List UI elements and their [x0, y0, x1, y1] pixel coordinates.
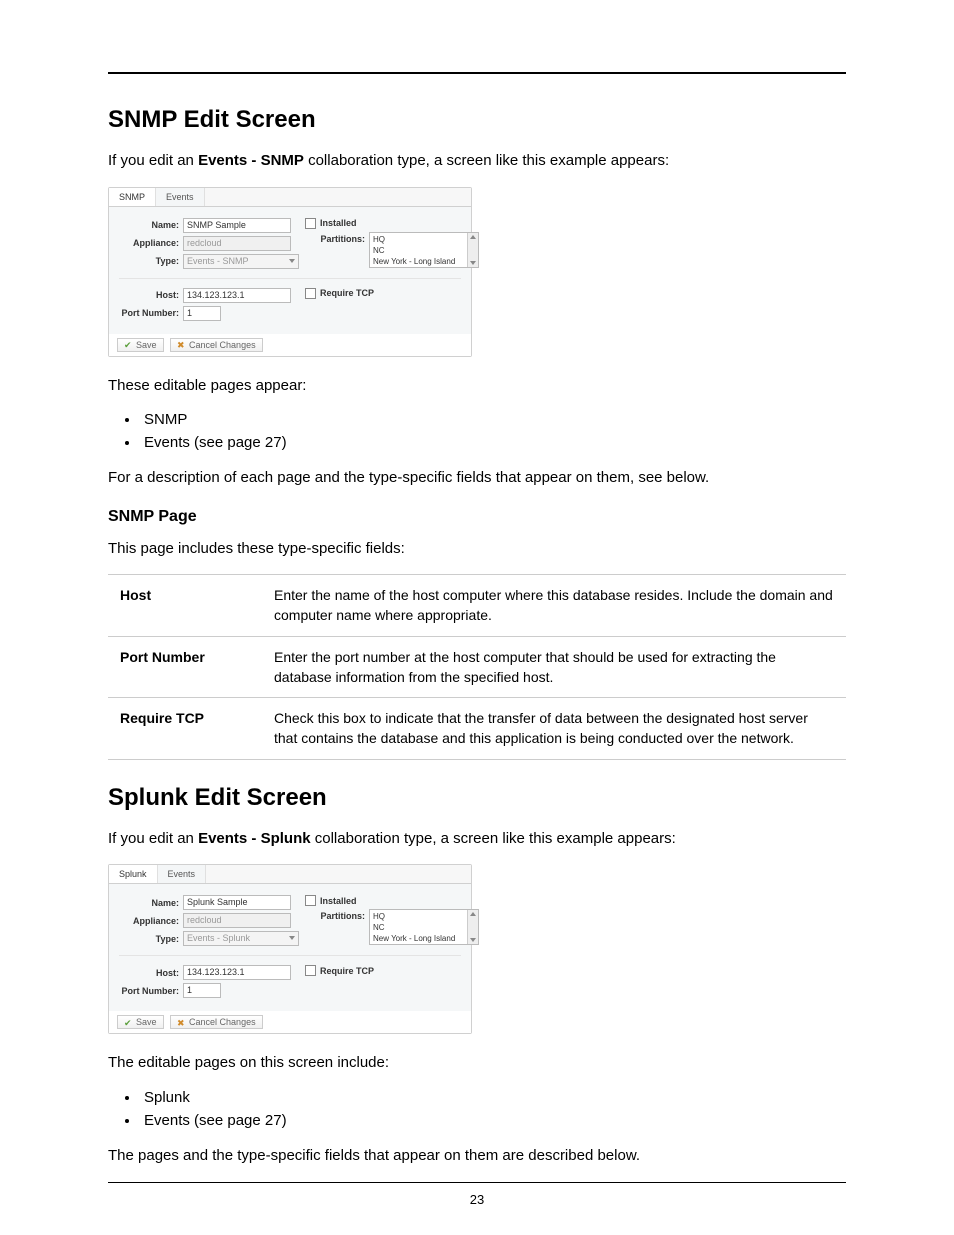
cancel-button[interactable]: ✖ Cancel Changes: [170, 338, 263, 352]
check-icon: ✔: [124, 340, 133, 349]
tabs: SNMP Events: [109, 188, 471, 207]
field-desc: Check this box to indicate that the tran…: [262, 698, 846, 760]
require-tcp-checkbox[interactable]: [305, 288, 316, 299]
field-name: Require TCP: [108, 698, 262, 760]
field-desc: Enter the port number at the host comput…: [262, 636, 846, 698]
intro-suffix: collaboration type, a screen like this e…: [311, 830, 676, 847]
appliance-field[interactable]: redcloud: [183, 913, 291, 928]
port-number-field[interactable]: 1: [183, 306, 221, 321]
check-icon: ✔: [124, 1018, 133, 1027]
intro-text: If you edit an: [108, 152, 198, 169]
list-item: Splunk: [140, 1089, 846, 1106]
label-appliance: Appliance:: [119, 916, 183, 926]
table-row: Require TCP Check this box to indicate t…: [108, 698, 846, 760]
pages-intro-splunk: The editable pages on this screen includ…: [108, 1052, 846, 1075]
pages-list-splunk: Splunk Events (see page 27): [140, 1089, 846, 1129]
name-field[interactable]: SNMP Sample: [183, 218, 291, 233]
intro-text: If you edit an: [108, 830, 198, 847]
type-select[interactable]: Events - Splunk: [183, 931, 299, 946]
partition-item[interactable]: New York - Long Island Warehouse: [373, 933, 475, 945]
label-type: Type:: [119, 934, 183, 944]
snmp-fields-table: Host Enter the name of the host computer…: [108, 574, 846, 760]
heading-snmp: SNMP Edit Screen: [108, 106, 846, 134]
snmp-page-heading: SNMP Page: [108, 508, 846, 526]
label-type: Type:: [119, 256, 183, 266]
save-button[interactable]: ✔ Save: [117, 338, 164, 352]
require-tcp-label: Require TCP: [320, 966, 374, 976]
installed-label: Installed: [320, 218, 357, 228]
partitions-list[interactable]: HQ NC New York - Long Island Warehouse: [369, 232, 479, 268]
installed-checkbox[interactable]: [305, 218, 316, 229]
list-item: Events (see page 27): [140, 1112, 846, 1129]
appliance-field[interactable]: redcloud: [183, 236, 291, 251]
list-item: SNMP: [140, 411, 846, 428]
desc-para-snmp: For a description of each page and the t…: [108, 467, 846, 490]
type-select[interactable]: Events - SNMP: [183, 254, 299, 269]
host-field[interactable]: 134.123.123.1: [183, 288, 291, 303]
label-port: Port Number:: [119, 308, 183, 318]
require-tcp-checkbox[interactable]: [305, 965, 316, 976]
pages-list-snmp: SNMP Events (see page 27): [140, 411, 846, 451]
tab-splunk[interactable]: Splunk: [109, 865, 158, 883]
cancel-label: Cancel Changes: [189, 340, 256, 350]
top-rule: [108, 72, 846, 74]
footer-rule: [108, 1182, 846, 1183]
host-field[interactable]: 134.123.123.1: [183, 965, 291, 980]
port-number-field[interactable]: 1: [183, 983, 221, 998]
label-port: Port Number:: [119, 986, 183, 996]
installed-checkbox[interactable]: [305, 895, 316, 906]
table-row: Host Enter the name of the host computer…: [108, 575, 846, 637]
label-host: Host:: [119, 290, 183, 300]
field-desc: Enter the name of the host computer wher…: [262, 575, 846, 637]
desc-para-splunk: The pages and the type-specific fields t…: [108, 1145, 846, 1168]
intro-splunk: If you edit an Events - Splunk collabora…: [108, 828, 846, 851]
partition-item[interactable]: NC: [373, 245, 475, 256]
intro-suffix: collaboration type, a screen like this e…: [304, 152, 669, 169]
installed-label: Installed: [320, 896, 357, 906]
page-number: 23: [0, 1192, 954, 1207]
intro-bold: Events - Splunk: [198, 830, 311, 847]
partition-item[interactable]: HQ: [373, 234, 475, 245]
cancel-icon: ✖: [177, 340, 186, 349]
snmp-edit-screenshot: SNMP Events Name: SNMP Sample Appliance:…: [108, 187, 472, 357]
cancel-label: Cancel Changes: [189, 1017, 256, 1027]
partition-item[interactable]: NC: [373, 922, 475, 933]
partition-item[interactable]: HQ: [373, 911, 475, 922]
snmp-page-intro: This page includes these type-specific f…: [108, 538, 846, 561]
splunk-edit-screenshot: Splunk Events Name: Splunk Sample Applia…: [108, 864, 472, 1034]
save-button[interactable]: ✔ Save: [117, 1015, 164, 1029]
require-tcp-label: Require TCP: [320, 288, 374, 298]
cancel-icon: ✖: [177, 1018, 186, 1027]
scrollbar[interactable]: [467, 910, 478, 944]
partition-item[interactable]: New York - Long Island Warehouse: [373, 256, 475, 268]
intro-snmp: If you edit an Events - SNMP collaborati…: [108, 150, 846, 173]
tab-snmp[interactable]: SNMP: [109, 188, 156, 206]
cancel-button[interactable]: ✖ Cancel Changes: [170, 1015, 263, 1029]
intro-bold: Events - SNMP: [198, 152, 304, 169]
field-name: Port Number: [108, 636, 262, 698]
pages-intro-snmp: These editable pages appear:: [108, 375, 846, 398]
list-item: Events (see page 27): [140, 434, 846, 451]
name-field[interactable]: Splunk Sample: [183, 895, 291, 910]
label-host: Host:: [119, 968, 183, 978]
label-partitions: Partitions:: [305, 909, 369, 921]
label-appliance: Appliance:: [119, 238, 183, 248]
save-label: Save: [136, 1017, 157, 1027]
label-partitions: Partitions:: [305, 232, 369, 244]
heading-splunk: Splunk Edit Screen: [108, 784, 846, 812]
scrollbar[interactable]: [467, 233, 478, 267]
label-name: Name:: [119, 898, 183, 908]
field-name: Host: [108, 575, 262, 637]
save-label: Save: [136, 340, 157, 350]
table-row: Port Number Enter the port number at the…: [108, 636, 846, 698]
tabs: Splunk Events: [109, 865, 471, 884]
partitions-list[interactable]: HQ NC New York - Long Island Warehouse: [369, 909, 479, 945]
tab-events[interactable]: Events: [158, 865, 207, 883]
label-name: Name:: [119, 220, 183, 230]
tab-events[interactable]: Events: [156, 188, 205, 206]
